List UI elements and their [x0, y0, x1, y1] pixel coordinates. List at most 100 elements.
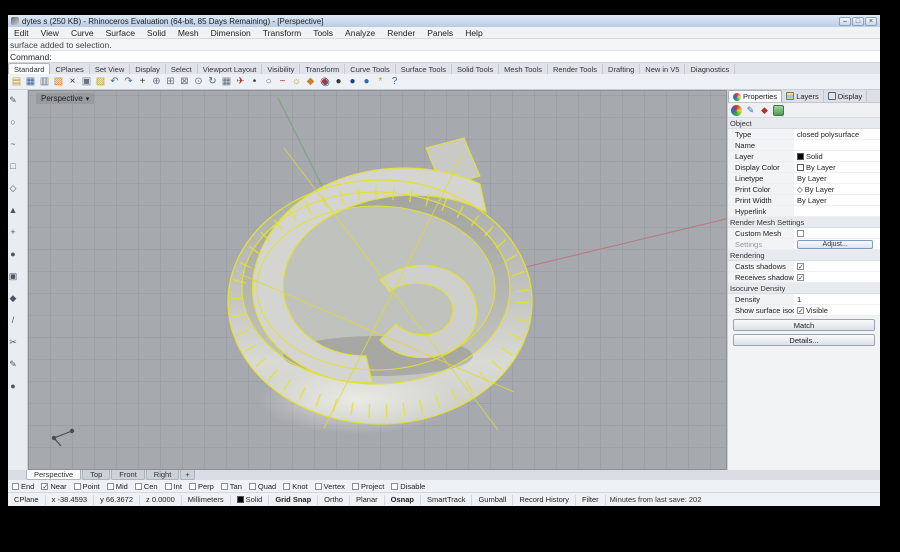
osnap-near[interactable]: ✓Near: [41, 482, 66, 491]
annotate-tool-icon[interactable]: ✎: [8, 358, 22, 370]
plane-icon[interactable]: ✈: [234, 75, 247, 88]
groundplane-icon[interactable]: [773, 105, 784, 116]
osnap-knot[interactable]: Knot: [283, 482, 307, 491]
osnap-int[interactable]: Int: [165, 482, 182, 491]
menu-panels[interactable]: Panels: [421, 28, 459, 38]
close-button[interactable]: ×: [865, 17, 877, 26]
menu-mesh[interactable]: Mesh: [172, 28, 205, 38]
curve-tool-icon[interactable]: ~: [8, 138, 22, 150]
pan-icon[interactable]: +: [136, 75, 149, 88]
print-width-select[interactable]: By Layer: [794, 195, 880, 205]
open-icon[interactable]: ▤: [10, 75, 23, 88]
menu-curve[interactable]: Curve: [65, 28, 100, 38]
menu-tools[interactable]: Tools: [307, 28, 339, 38]
grid-snap-toggle[interactable]: Grid Snap: [269, 495, 318, 505]
viewport-tab-top[interactable]: Top: [82, 470, 110, 480]
gumball-toggle[interactable]: Gumball: [472, 495, 513, 505]
display-color-select[interactable]: By Layer: [794, 162, 880, 172]
redo-icon[interactable]: ↷: [122, 75, 135, 88]
osnap-project[interactable]: Project: [352, 482, 384, 491]
toolbar-tab-diagnostics[interactable]: Diagnostics: [685, 64, 735, 74]
zoom-extents-icon[interactable]: ⊠: [178, 75, 191, 88]
circle-icon[interactable]: ○: [262, 75, 275, 88]
lasso-icon[interactable]: ✎: [745, 105, 756, 116]
menu-render[interactable]: Render: [381, 28, 421, 38]
material-drop-icon[interactable]: ◆: [304, 75, 317, 88]
toolbar-tab-new-in-v5[interactable]: New in V5: [640, 64, 685, 74]
menu-solid[interactable]: Solid: [141, 28, 172, 38]
circle-tool-icon[interactable]: ○: [8, 116, 22, 128]
paint-icon[interactable]: ◆: [759, 105, 770, 116]
planar-toggle[interactable]: Planar: [350, 495, 385, 505]
menu-edit[interactable]: Edit: [8, 28, 35, 38]
viewport-tab-add[interactable]: +: [180, 470, 194, 480]
lamp-icon[interactable]: ☼: [290, 75, 303, 88]
show-isocurve-checkbox[interactable]: ✓: [797, 307, 804, 314]
menu-help[interactable]: Help: [459, 28, 488, 38]
command-input[interactable]: Command:: [8, 51, 880, 63]
filter-toggle[interactable]: Filter: [576, 495, 606, 505]
density-field[interactable]: 1: [794, 294, 880, 304]
osnap-mid[interactable]: Mid: [107, 482, 128, 491]
globe-icon[interactable]: ●: [360, 75, 373, 88]
print-icon[interactable]: ▥: [38, 75, 51, 88]
osnap-end[interactable]: End: [12, 482, 34, 491]
line-tool-icon[interactable]: /: [8, 314, 22, 326]
toolbar-tab-render-tools[interactable]: Render Tools: [548, 64, 603, 74]
details-button[interactable]: Details...: [733, 334, 876, 346]
osnap-toggle[interactable]: Osnap: [385, 495, 421, 505]
grid-icon[interactable]: ▦: [220, 75, 233, 88]
shaded-sphere-icon[interactable]: ●: [332, 75, 345, 88]
undo-icon[interactable]: ↶: [108, 75, 121, 88]
zoom-selected-icon[interactable]: ⊙: [192, 75, 205, 88]
rectangle-tool-icon[interactable]: □: [8, 160, 22, 172]
toolbar-tab-visibility[interactable]: Visibility: [262, 64, 300, 74]
match-button[interactable]: Match: [733, 319, 876, 331]
help-icon[interactable]: ?: [388, 75, 401, 88]
minimize-button[interactable]: –: [839, 17, 851, 26]
osnap-disable[interactable]: Disable: [391, 482, 425, 491]
osnap-vertex[interactable]: Vertex: [315, 482, 345, 491]
eraser-icon[interactable]: ▧: [52, 75, 65, 88]
titlebar[interactable]: dytes s (250 KB) - Rhinoceros Evaluation…: [8, 15, 880, 27]
tab-display[interactable]: Display: [824, 90, 868, 102]
osnap-cen[interactable]: Cen: [135, 482, 158, 491]
maximize-button[interactable]: □: [852, 17, 864, 26]
viewport-tab-perspective[interactable]: Perspective: [26, 470, 81, 480]
toolbar-tab-standard[interactable]: Standard: [8, 63, 50, 74]
rendered-sphere-icon[interactable]: ●: [346, 75, 359, 88]
gear-icon[interactable]: *: [374, 75, 387, 88]
toolbar-tab-mesh-tools[interactable]: Mesh Tools: [499, 64, 548, 74]
polygon-tool-icon[interactable]: ▲: [8, 204, 22, 216]
menu-transform[interactable]: Transform: [257, 28, 307, 38]
trim-tool-icon[interactable]: ✂: [8, 336, 22, 348]
osnap-perp[interactable]: Perp: [189, 482, 214, 491]
menu-dimension[interactable]: Dimension: [205, 28, 257, 38]
toolbar-tab-drafting[interactable]: Drafting: [603, 64, 640, 74]
render-tool-icon[interactable]: ●: [8, 380, 22, 392]
toolbar-tab-set-view[interactable]: Set View: [90, 64, 130, 74]
curve-icon[interactable]: ~: [276, 75, 289, 88]
ellipse-tool-icon[interactable]: ◇: [8, 182, 22, 194]
print-color-select[interactable]: ◇By Layer: [794, 184, 880, 194]
toolbar-tab-display[interactable]: Display: [130, 64, 166, 74]
toolbar-tab-transform[interactable]: Transform: [300, 64, 345, 74]
tab-layers[interactable]: Layers: [782, 90, 824, 102]
color-wheel-icon[interactable]: ◉: [318, 75, 331, 88]
smarttrack-toggle[interactable]: SmartTrack: [421, 495, 472, 505]
copy-icon[interactable]: ▣: [80, 75, 93, 88]
3d-model[interactable]: [28, 90, 727, 470]
zoom-icon[interactable]: ⊕: [150, 75, 163, 88]
osnap-quad[interactable]: Quad: [249, 482, 276, 491]
save-icon[interactable]: ▦: [24, 75, 37, 88]
tab-properties[interactable]: Properties: [728, 90, 782, 102]
layer-select[interactable]: Solid: [794, 151, 880, 161]
osnap-tan[interactable]: Tan: [221, 482, 242, 491]
viewport-tab-front[interactable]: Front: [111, 470, 145, 480]
toolbar-tab-curve-tools[interactable]: Curve Tools: [345, 64, 395, 74]
receives-shadows-checkbox[interactable]: ✓: [797, 274, 804, 281]
viewport-title-menu[interactable]: Perspective▾: [36, 93, 94, 104]
zoom-window-icon[interactable]: ⊞: [164, 75, 177, 88]
units-cell[interactable]: Millimeters: [182, 495, 231, 505]
solid-tool-icon[interactable]: ◆: [8, 292, 22, 304]
